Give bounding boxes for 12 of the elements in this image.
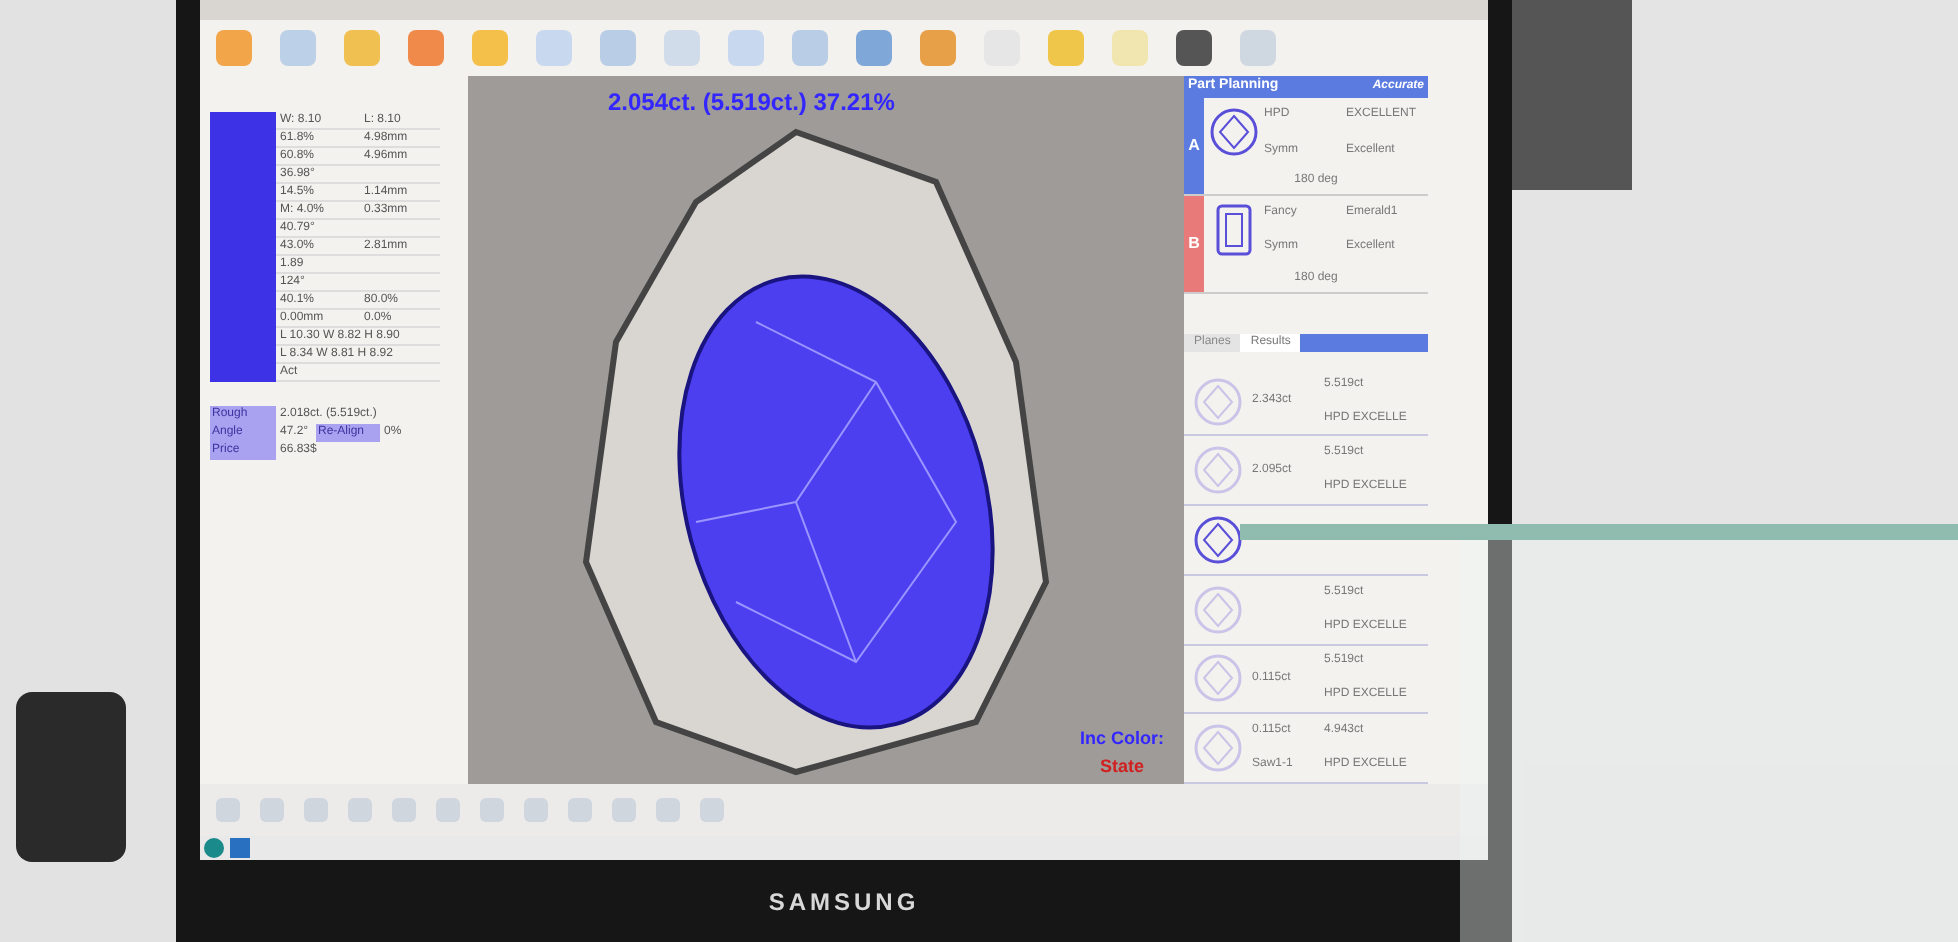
- emerald-gem-icon: [1216, 204, 1252, 257]
- legend-value: State: [1099, 753, 1144, 779]
- toolbar-icon[interactable]: [1176, 30, 1212, 66]
- label-cell: [210, 112, 276, 130]
- part-letter: B: [1184, 195, 1204, 292]
- start-icon[interactable]: [204, 838, 224, 858]
- round-gem-icon: [1208, 106, 1260, 159]
- label-cell: [210, 364, 276, 382]
- legend-label: Inc Color:: [1080, 726, 1164, 752]
- weight-headline: 2.054ct. (5.519ct.) 37.21%: [608, 86, 895, 120]
- part-letter: A: [1184, 98, 1204, 194]
- brand-logo: SAMSUNG: [768, 885, 920, 919]
